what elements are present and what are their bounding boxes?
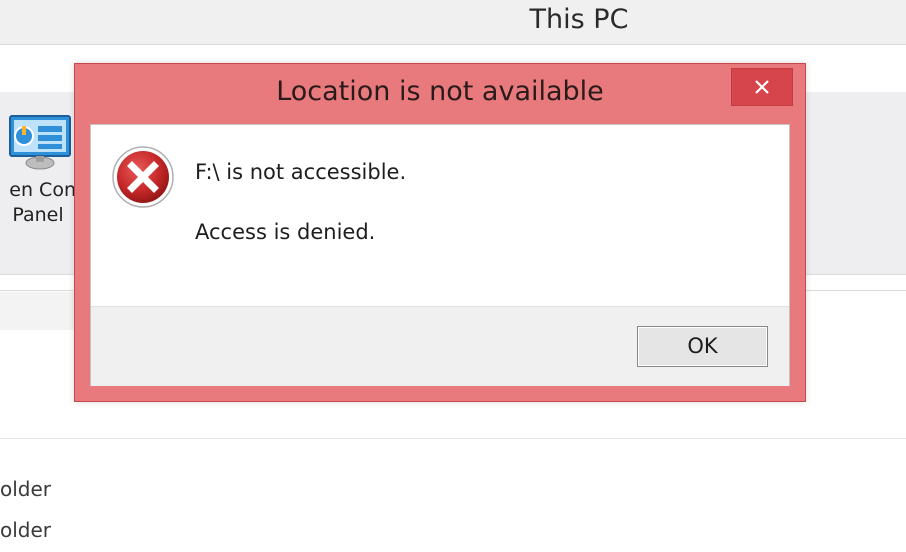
- dialog-title: Location is not available: [276, 76, 604, 107]
- close-button[interactable]: [731, 68, 793, 106]
- ok-button[interactable]: OK: [637, 326, 768, 367]
- window-title: This PC: [529, 4, 629, 35]
- divider: [0, 438, 906, 439]
- error-detail: Access is denied.: [195, 220, 376, 244]
- error-icon: [112, 146, 174, 208]
- control-panel-icon: [9, 115, 71, 170]
- explorer-title-bar: This PC: [0, 0, 906, 45]
- desktop-screen: This PC en Con Panel older older Locatio…: [0, 0, 906, 552]
- close-icon: [755, 80, 769, 94]
- dialog-content: F:\ is not accessible. Access is denied.…: [90, 124, 790, 386]
- nav-strip: [0, 292, 76, 330]
- error-dialog: Location is not available F:\ is not acc…: [74, 63, 806, 402]
- control-panel-label-line-1: en Con: [9, 179, 76, 201]
- error-message: F:\ is not accessible.: [195, 160, 407, 184]
- list-item[interactable]: older: [0, 518, 51, 542]
- list-item[interactable]: older: [0, 477, 51, 501]
- ribbon-item-control-panel[interactable]: en Con Panel: [0, 92, 76, 274]
- control-panel-label-line-2: Panel: [12, 204, 64, 226]
- dialog-footer: OK: [91, 306, 789, 386]
